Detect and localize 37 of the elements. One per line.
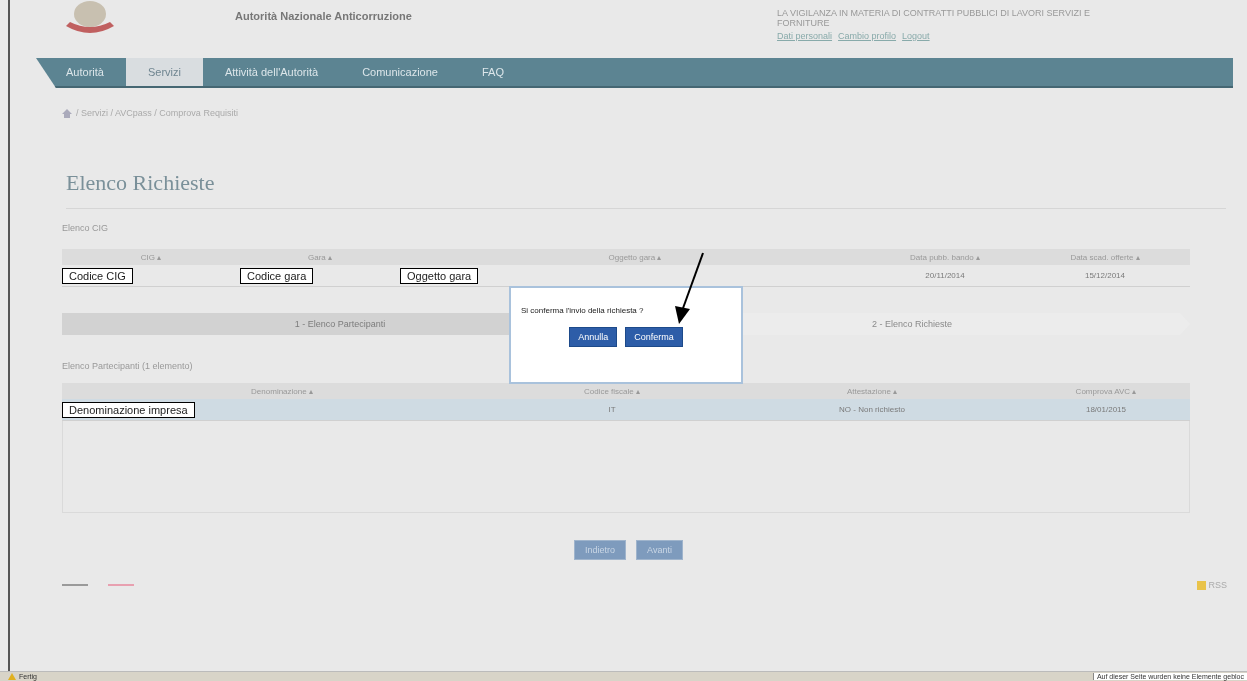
- table-cell-text: IT: [607, 405, 617, 414]
- nav-tab[interactable]: Servizi: [125, 58, 203, 86]
- nav-tab[interactable]: Autorità: [36, 58, 126, 86]
- site-title: Autorità Nazionale Anticorruzione: [235, 9, 412, 22]
- dialog-button[interactable]: Conferma: [625, 327, 683, 347]
- section-caption: Elenco CIG: [62, 223, 110, 233]
- dialog-button[interactable]: Annulla: [569, 327, 618, 347]
- footer-line: [108, 584, 134, 586]
- rss-icon[interactable]: [1197, 580, 1207, 590]
- column-header[interactable]: Gara ▴: [240, 252, 400, 262]
- header-tagline: LA VIGILANZA IN MATERIA DI CONTRATTI PUBBLICI DI LAVORI SERVIZI E FORNITURE: [777, 8, 1091, 28]
- warning-icon: [8, 673, 16, 680]
- home-icon[interactable]: [62, 108, 72, 118]
- table-cell-text: 18/01/2015: [1084, 405, 1127, 414]
- table-cell-text: NO - Non richiesto: [838, 405, 906, 414]
- footer-line: [62, 584, 88, 586]
- column-header[interactable]: Denominazione ▴: [62, 386, 502, 396]
- annotation-label: Codice gara: [240, 267, 314, 284]
- table-cell-text: 20/11/2014: [924, 271, 966, 280]
- annotation-label: Codice CIG: [62, 267, 133, 284]
- annotation-label: Denominazione impresa: [62, 401, 195, 418]
- table-cell-text: 15/12/2014: [1083, 271, 1126, 280]
- user-link[interactable]: Logout: [902, 31, 930, 41]
- user-link[interactable]: Cambio profilo: [838, 31, 897, 41]
- column-header[interactable]: Attestazione ▴: [722, 386, 1022, 396]
- nav-button[interactable]: Indietro: [574, 540, 627, 560]
- annotation-label: Oggetto gara: [400, 267, 479, 284]
- nav-tab[interactable]: Comunicazione: [340, 58, 460, 86]
- nav-button[interactable]: Avanti: [636, 540, 683, 560]
- breadcrumb: / Servizi / AVCpass / Comprova Requisiti: [76, 108, 238, 118]
- section-caption: Elenco Partecipanti (1 elemento): [62, 361, 194, 371]
- dialog-message: Si conferma l'invio della richiesta ?: [520, 306, 644, 315]
- user-link[interactable]: Dati personali: [777, 31, 833, 41]
- nav-tab[interactable]: FAQ: [459, 58, 526, 86]
- nav-tab[interactable]: Attività dell'Autorità: [202, 58, 341, 86]
- table-row[interactable]: Denominazione impresa IT NO - Non richiesto 18/01/2015: [62, 399, 1190, 421]
- page-title: Elenco Richieste: [66, 170, 1226, 209]
